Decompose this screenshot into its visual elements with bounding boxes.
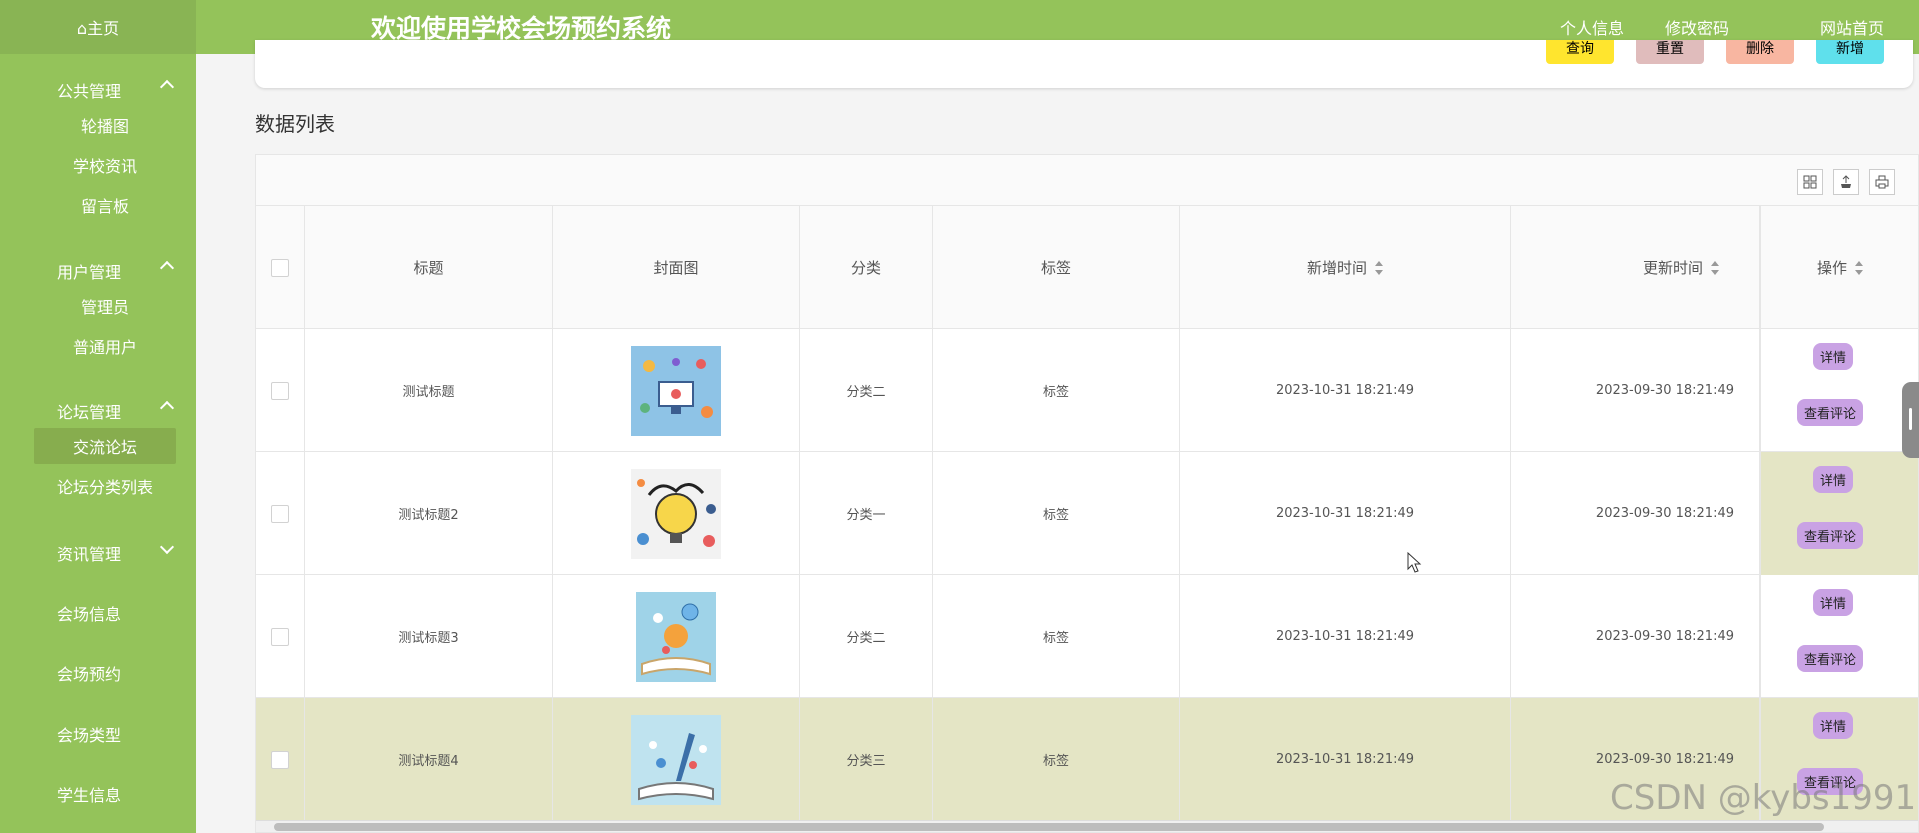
sort-icon[interactable] [1855,260,1863,275]
row-updated: 2023-09-30 18:21:49 [1511,329,1760,452]
profile-link[interactable]: 个人信息 [1560,15,1624,39]
search-button[interactable]: 查询 [1546,40,1614,64]
row-checkbox[interactable] [271,504,289,523]
row-category: 分类二 [800,329,933,452]
row-tag: 标签 [933,575,1180,698]
sidebar-item-venue-booking[interactable]: 会场预约 [0,660,196,686]
view-comments-button[interactable]: 查看评论 [1797,399,1864,426]
table-header: 标题 封面图 分类 标签 新增时间 更新时间 操作 [256,206,1918,329]
side-scroll-handle[interactable] [1902,382,1919,458]
chevron-down-icon [159,539,175,555]
group-forum-management[interactable]: 论坛管理 [0,398,196,424]
row-actions: 详情 查看评论 [1760,452,1918,575]
home-link[interactable]: ⌂主页 [0,0,196,54]
row-tag: 标签 [933,698,1180,821]
group-news-management[interactable]: 资讯管理 [0,539,196,566]
sidebar-item-school-news[interactable]: 学校资讯 [34,147,176,183]
add-button[interactable]: 新增 [1816,40,1884,64]
row-checkbox[interactable] [271,750,289,769]
sidebar-item-forum-category[interactable]: 论坛分类列表 [34,468,176,504]
row-created: 2023-10-31 18:21:49 [1180,698,1511,821]
cover-image [631,468,721,559]
col-title: 标题 [305,206,553,329]
col-actions[interactable]: 操作 [1760,206,1918,329]
col-updated[interactable]: 更新时间 [1511,206,1760,329]
row-cover [553,329,800,452]
sidebar-item-carousel[interactable]: 轮播图 [34,107,176,143]
sidebar: ⌂主页 公共管理 轮播图 学校资讯 留言板 用户管理 管理员 普通用户 论坛管理… [0,0,196,833]
row-cover [553,452,800,575]
select-all-checkbox[interactable] [271,258,289,277]
change-password-link[interactable]: 修改密码 [1665,15,1729,39]
sort-icon[interactable] [1375,260,1383,275]
watermark: CSDN @kybs1991 [1610,778,1917,818]
view-comments-button[interactable]: 查看评论 [1797,522,1864,549]
col-created[interactable]: 新增时间 [1180,206,1511,329]
row-updated: 2023-09-30 18:21:49 [1511,575,1760,698]
cover-image [636,591,716,682]
scrollbar-thumb[interactable] [274,823,1824,831]
group-public-management[interactable]: 公共管理 [0,77,196,103]
sidebar-item-admin[interactable]: 管理员 [34,288,176,324]
row-created: 2023-10-31 18:21:49 [1180,575,1511,698]
row-cover [553,698,800,821]
sidebar-item-forum[interactable]: 交流论坛 [34,428,176,464]
detail-button[interactable]: 详情 [1813,589,1854,616]
row-tag: 标签 [933,329,1180,452]
sidebar-item-student-info[interactable]: 学生信息 [0,781,196,807]
row-updated: 2023-09-30 18:21:49 [1511,452,1760,575]
row-checkbox[interactable] [271,381,289,400]
chevron-up-icon [159,260,175,276]
view-comments-button[interactable]: 查看评论 [1797,645,1864,672]
chevron-up-icon [159,79,175,95]
website-home-link[interactable]: 网站首页 [1820,15,1884,39]
col-cover: 封面图 [553,206,800,329]
row-category: 分类三 [800,698,933,821]
data-table: 标题 封面图 分类 标签 新增时间 更新时间 操作 测试标题 分类二 标签 20… [255,154,1919,833]
mouse-cursor-icon [1407,552,1422,573]
sort-icon[interactable] [1711,260,1719,275]
table-row[interactable]: 测试标题3 分类二 标签 2023-10-31 18:21:49 2023-09… [256,575,1918,698]
row-checkbox[interactable] [271,627,289,646]
col-category: 分类 [800,206,933,329]
row-category: 分类一 [800,452,933,575]
sidebar-item-venue-type[interactable]: 会场类型 [0,721,196,747]
sidebar-item-normal-user[interactable]: 普通用户 [34,328,176,364]
row-cover [553,575,800,698]
search-card: 查询 重置 删除 新增 [255,40,1913,88]
table-row[interactable]: 测试标题2 分类一 标签 2023-10-31 18:21:49 2023-09… [256,452,1918,575]
col-tag: 标签 [933,206,1180,329]
row-category: 分类二 [800,575,933,698]
row-title: 测试标题2 [305,452,553,575]
group-user-management[interactable]: 用户管理 [0,258,196,284]
row-created: 2023-10-31 18:21:49 [1180,329,1511,452]
detail-button[interactable]: 详情 [1813,466,1854,493]
home-label: ⌂主页 [76,19,120,38]
sidebar-item-venue-info[interactable]: 会场信息 [0,600,196,626]
row-title: 测试标题4 [305,698,553,821]
row-tag: 标签 [933,452,1180,575]
table-row[interactable]: 测试标题 分类二 标签 2023-10-31 18:21:49 2023-09-… [256,329,1918,452]
select-all-cell [256,206,305,329]
chevron-up-icon [159,400,175,416]
horizontal-scrollbar[interactable] [256,820,1918,832]
section-title: 数据列表 [255,112,335,136]
columns-filter-icon[interactable] [1797,169,1823,195]
detail-button[interactable]: 详情 [1813,343,1854,370]
row-actions: 详情 查看评论 [1760,329,1918,452]
sidebar-item-message-board[interactable]: 留言板 [34,187,176,223]
cover-image [631,345,721,436]
cover-image [631,714,721,805]
row-actions: 详情 查看评论 [1760,575,1918,698]
table-toolbar [256,155,1918,206]
detail-button[interactable]: 详情 [1813,712,1854,739]
row-title: 测试标题 [305,329,553,452]
delete-button[interactable]: 删除 [1726,40,1794,64]
reset-button[interactable]: 重置 [1636,40,1704,64]
row-title: 测试标题3 [305,575,553,698]
export-icon[interactable] [1833,169,1859,195]
row-created: 2023-10-31 18:21:49 [1180,452,1511,575]
print-icon[interactable] [1869,169,1895,195]
